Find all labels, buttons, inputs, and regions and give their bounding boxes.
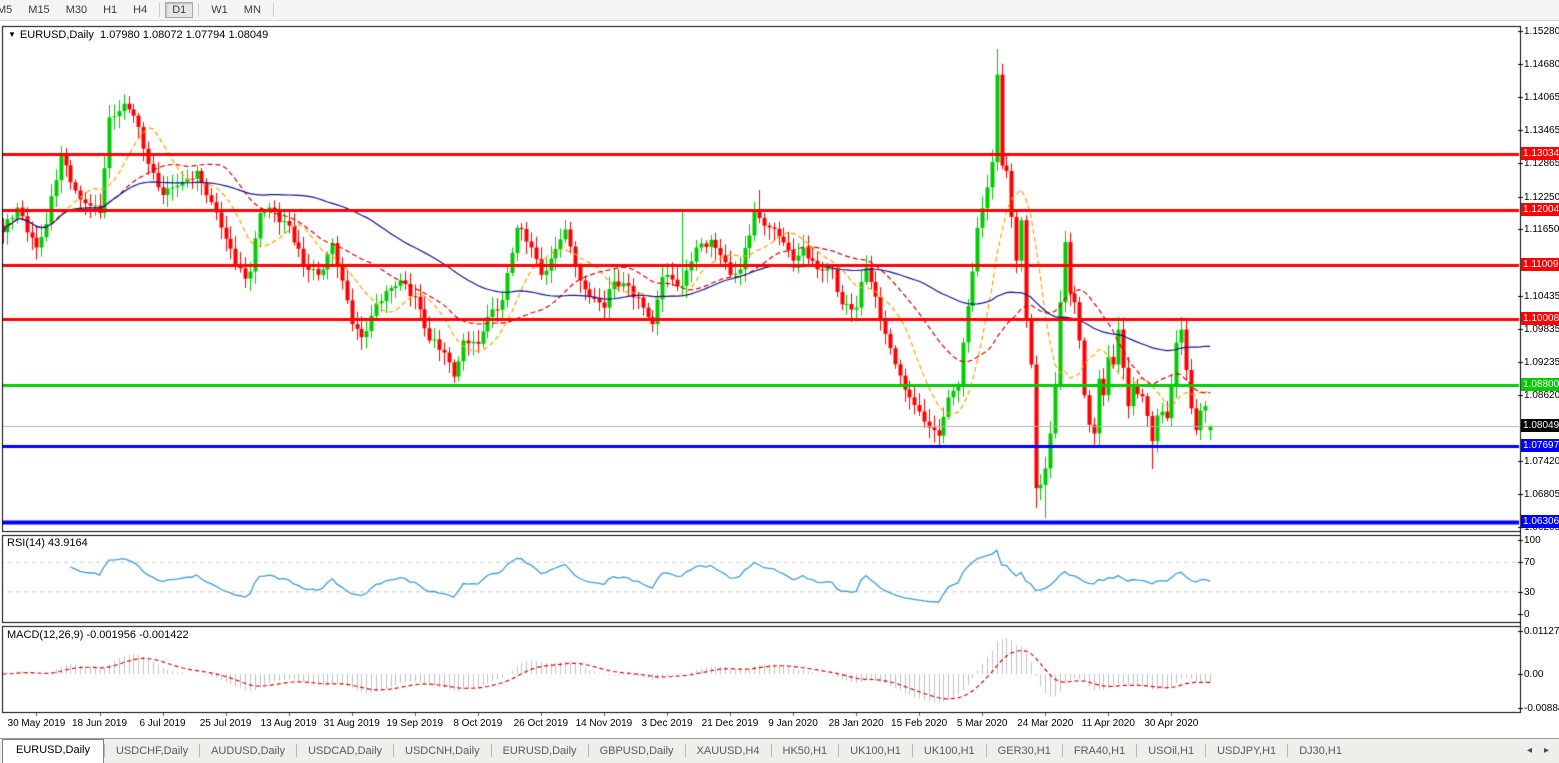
tab-usdcad-daily[interactable]: USDCAD,Daily xyxy=(297,741,393,763)
price-axis-label: 1.15280 xyxy=(1524,26,1559,37)
rsi-axis-label: 30 xyxy=(1524,587,1535,598)
tab-usdcnh-daily[interactable]: USDCNH,Daily xyxy=(394,741,491,763)
timeframe-button-w1[interactable]: W1 xyxy=(204,2,235,18)
tab-usdchf-daily[interactable]: USDCHF,Daily xyxy=(105,741,199,763)
price-level-badge: 1.10008 xyxy=(1521,312,1559,325)
price-axis-label: 1.08620 xyxy=(1524,390,1559,401)
chart-dropdown-icon: ▼ xyxy=(8,30,16,39)
price-axis-label: 1.09835 xyxy=(1524,324,1559,335)
tab-scroll-left-icon[interactable]: ◂ xyxy=(1527,745,1532,756)
date-axis-label: 25 Jul 2019 xyxy=(200,718,252,729)
toolbar-separator xyxy=(198,3,199,17)
date-axis-label: 9 Jan 2020 xyxy=(768,718,818,729)
price-axis-label: 1.06805 xyxy=(1524,489,1559,500)
timeframe-button-m30[interactable]: M30 xyxy=(59,2,94,18)
date-axis-label: 11 Apr 2020 xyxy=(1082,718,1135,729)
macd-label: MACD(12,26,9) -0.001956 -0.001422 xyxy=(7,629,189,641)
price-level-badge: 1.11009 xyxy=(1521,258,1559,271)
tab-xauusd-h4[interactable]: XAUUSD,H4 xyxy=(686,741,771,763)
price-axis-label: 1.12250 xyxy=(1524,192,1559,203)
tab-ger30-h1[interactable]: GER30,H1 xyxy=(987,741,1062,763)
timeframe-button-d1[interactable]: D1 xyxy=(165,2,193,18)
date-axis-label: 14 Nov 2019 xyxy=(576,718,633,729)
tab-dj30-h1[interactable]: DJ30,H1 xyxy=(1288,741,1353,763)
tab-uk100-h1[interactable]: UK100,H1 xyxy=(913,741,986,763)
price-axis-label: 1.07420 xyxy=(1524,456,1559,467)
price-level-badge: 1.07697 xyxy=(1521,439,1559,452)
timeframe-button-m15[interactable]: M15 xyxy=(21,2,56,18)
tab-hk50-h1[interactable]: HK50,H1 xyxy=(772,741,839,763)
chart-ohlc-values: 1.07980 1.08072 1.07794 1.08049 xyxy=(100,29,268,41)
date-axis-label: 18 Jun 2019 xyxy=(72,718,127,729)
price-level-badge: 1.08800 xyxy=(1521,378,1559,391)
price-axis-label: 1.10435 xyxy=(1524,291,1559,302)
current-price-badge: 1.08049 xyxy=(1521,419,1559,432)
tab-fra40-h1[interactable]: FRA40,H1 xyxy=(1063,741,1136,763)
macd-axis-label: 0.011277 xyxy=(1524,626,1559,637)
date-axis-label: 30 May 2019 xyxy=(8,718,66,729)
date-axis-label: 26 Oct 2019 xyxy=(514,718,568,729)
price-axis-label: 1.14065 xyxy=(1524,92,1559,103)
price-axis-label: 1.13465 xyxy=(1524,125,1559,136)
timeframe-button-h1[interactable]: H1 xyxy=(96,2,124,18)
date-axis-label: 15 Feb 2020 xyxy=(891,718,947,729)
timeframe-toolbar: M5M15M30H1H4 D1 W1MN xyxy=(0,0,1559,21)
date-axis-label: 5 Mar 2020 xyxy=(957,718,1008,729)
toolbar-separator xyxy=(159,3,160,17)
tab-eurusd-daily[interactable]: EURUSD,Daily xyxy=(2,739,104,763)
tab-audusd-daily[interactable]: AUDUSD,Daily xyxy=(200,741,296,763)
chart-title: ▼ EURUSD,Daily 1.07980 1.08072 1.07794 1.… xyxy=(8,29,268,41)
chart-canvas[interactable] xyxy=(0,0,1559,763)
price-axis-label: 1.14680 xyxy=(1524,59,1559,70)
timeframe-button-m5[interactable]: M5 xyxy=(0,2,19,18)
date-axis-label: 31 Aug 2019 xyxy=(324,718,380,729)
price-level-badge: 1.13034 xyxy=(1521,147,1559,160)
date-axis-label: 6 Jul 2019 xyxy=(139,718,185,729)
tab-gbpusd-daily[interactable]: GBPUSD,Daily xyxy=(589,741,685,763)
price-level-badge: 1.06306 xyxy=(1521,515,1559,528)
rsi-axis-label: 70 xyxy=(1524,557,1535,568)
date-axis-label: 8 Oct 2019 xyxy=(453,718,502,729)
price-level-badge: 1.12004 xyxy=(1521,203,1559,216)
date-axis-label: 3 Dec 2019 xyxy=(641,718,692,729)
chart-symbol: EURUSD,Daily xyxy=(20,29,94,41)
rsi-axis-label: 0 xyxy=(1524,609,1530,620)
rsi-label: RSI(14) 43.9164 xyxy=(7,537,88,549)
date-axis-label: 30 Apr 2020 xyxy=(1144,718,1198,729)
date-axis-label: 28 Jan 2020 xyxy=(829,718,884,729)
tab-scroll-arrows: ◂▸ xyxy=(1527,745,1559,763)
symbol-tab-bar: EURUSD,DailyUSDCHF,DailyAUDUSD,DailyUSDC… xyxy=(0,738,1559,763)
timeframe-button-mn[interactable]: MN xyxy=(237,2,268,18)
price-axis-label: 1.09235 xyxy=(1524,357,1559,368)
tab-scroll-right-icon[interactable]: ▸ xyxy=(1544,745,1549,756)
date-axis-label: 13 Aug 2019 xyxy=(261,718,317,729)
date-axis-label: 19 Sep 2019 xyxy=(386,718,443,729)
date-axis-label: 24 Mar 2020 xyxy=(1017,718,1073,729)
date-axis-label: 21 Dec 2019 xyxy=(702,718,759,729)
toolbar-separator xyxy=(273,3,274,17)
timeframe-button-h4[interactable]: H4 xyxy=(126,2,154,18)
tab-eurusd-daily[interactable]: EURUSD,Daily xyxy=(492,741,588,763)
price-axis-label: 1.11650 xyxy=(1524,224,1559,235)
tab-uk100-h1[interactable]: UK100,H1 xyxy=(839,741,912,763)
macd-axis-label: -0.00884 xyxy=(1524,703,1559,714)
tab-usoil-h1[interactable]: USOil,H1 xyxy=(1137,741,1205,763)
tab-usdjpy-h1[interactable]: USDJPY,H1 xyxy=(1206,741,1287,763)
rsi-axis-label: 100 xyxy=(1524,535,1541,546)
macd-axis-label: 0.00 xyxy=(1524,669,1543,680)
